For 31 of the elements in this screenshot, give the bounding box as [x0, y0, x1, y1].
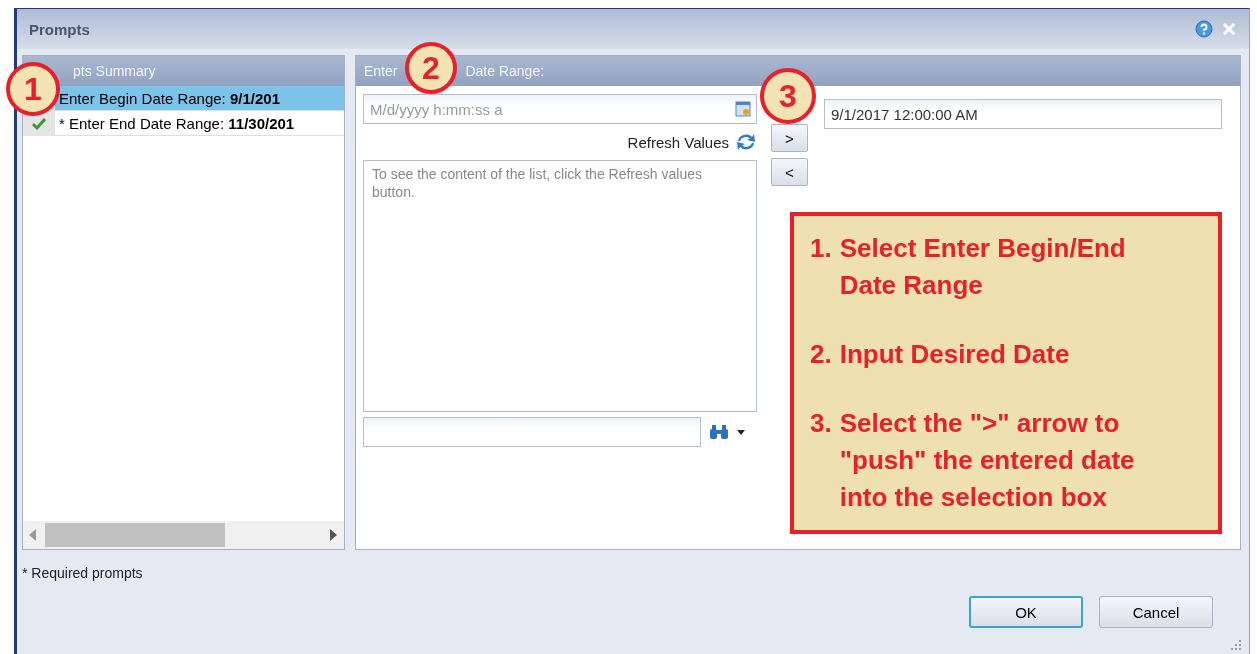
- close-icon[interactable]: [1221, 21, 1237, 37]
- panel-header: Enter: [364, 63, 398, 79]
- scroll-left-icon[interactable]: [29, 529, 37, 541]
- step-number: 1.: [810, 232, 832, 265]
- list-hint: To see the content of the list, click the Refresh values button.: [372, 166, 702, 200]
- ok-button[interactable]: OK: [969, 596, 1083, 628]
- selected-value-field[interactable]: 9/1/2017 12:00:00 AM: [824, 99, 1222, 129]
- panel-header: Date Range:: [465, 63, 545, 79]
- horizontal-scrollbar[interactable]: [23, 521, 344, 549]
- step-text: Select Enter Begin/End Date Range: [839, 232, 1127, 302]
- search-field[interactable]: [363, 417, 701, 447]
- prompt-item[interactable]: Enter Begin Date Range: 9/1/201: [55, 86, 344, 111]
- refresh-values-link[interactable]: Refresh Values: [627, 133, 729, 151]
- step-number: 3.: [810, 407, 832, 440]
- panel-header: pts Summary: [72, 63, 156, 79]
- required-note: * Required prompts: [22, 565, 143, 581]
- window-title: Prompts: [29, 20, 90, 38]
- help-icon[interactable]: [1195, 20, 1213, 38]
- add-value-button[interactable]: >: [771, 124, 808, 152]
- calendar-icon[interactable]: [735, 101, 751, 117]
- remove-value-button[interactable]: <: [771, 158, 808, 186]
- step-text: Select the ">" arrow to "push" the entered date into the selection box: [839, 407, 1136, 514]
- refresh-icon[interactable]: [735, 132, 757, 152]
- scroll-right-icon[interactable]: [330, 529, 338, 541]
- caret-icon[interactable]: [737, 429, 745, 435]
- cancel-button[interactable]: Cancel: [1099, 596, 1213, 628]
- values-list[interactable]: To see the content of the list, click the Refresh values button.: [363, 160, 757, 412]
- date-input-field[interactable]: M/d/yyyy h:mm:ss a: [363, 94, 757, 124]
- binoculars-icon[interactable]: [709, 424, 729, 440]
- step-number: 2.: [810, 338, 832, 371]
- step-text: Input Desired Date: [839, 338, 1071, 371]
